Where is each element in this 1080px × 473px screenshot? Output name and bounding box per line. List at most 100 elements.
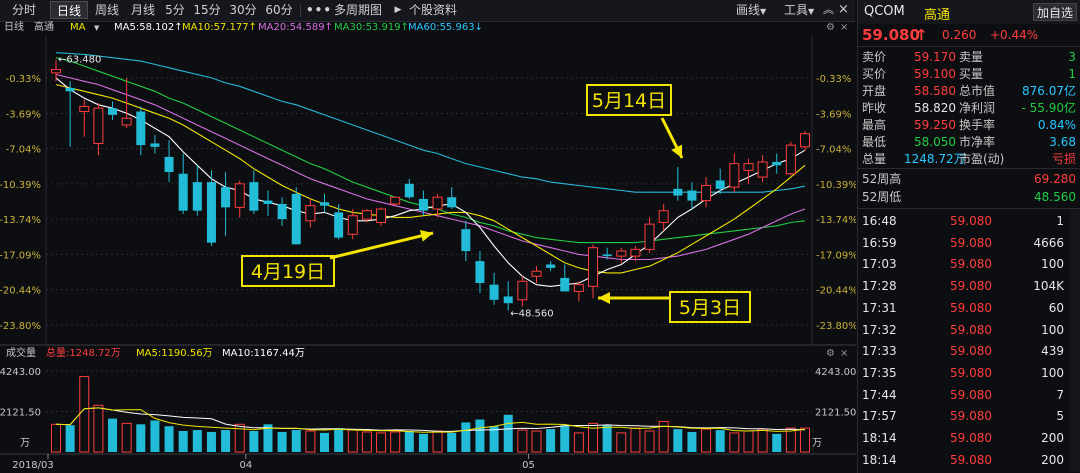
volume-bar (687, 431, 697, 452)
close-icon[interactable]: × (840, 21, 848, 35)
date-label: 05 (522, 460, 535, 471)
ma30-value: MA30:53.919↑ (334, 22, 409, 33)
price-tick-label: -7.04% (816, 145, 851, 156)
caret-down-icon[interactable]: ▼ (94, 21, 99, 35)
tick-row: 17:33 59.080 439 (858, 340, 1080, 362)
volume-panel: 4243.00 4243.00 2121.50 2121.50 万 万 (0, 367, 856, 455)
price-tick-label: -3.69% (6, 109, 41, 120)
draw-line-button[interactable]: 画线▼ (736, 1, 766, 19)
tab-monthly[interactable]: 月线 (126, 1, 160, 19)
volume-title: 成交量 (6, 348, 36, 359)
tick-price: 59.080 (950, 452, 992, 467)
volume-total: 总量:1248.72万 (46, 348, 121, 359)
volume-bar (616, 432, 627, 453)
quote-value: 58.050 (914, 135, 956, 149)
divider (858, 168, 1080, 169)
price-tick-label: -7.04% (6, 145, 41, 156)
volume-tick-label: 万 (812, 438, 822, 449)
ma-indicator-select[interactable]: MA (70, 21, 85, 35)
tab-30min[interactable]: 30分 (227, 1, 259, 19)
price-tick-label: -23.80% (0, 321, 41, 332)
tab-intraday[interactable]: 分时 (2, 1, 46, 19)
candle-body (602, 254, 612, 257)
candle-body (729, 163, 740, 188)
ma10-value: MA10:57.177↑ (182, 22, 257, 33)
volume-tick-label: 2121.50 (0, 408, 41, 419)
tick-time: 17:44 (862, 387, 897, 402)
candle-body (65, 87, 75, 92)
candle-body (743, 163, 754, 171)
tick-row: 17:35 59.080 100 (858, 362, 1080, 384)
tab-60min[interactable]: 60分 (263, 1, 295, 19)
divider (858, 46, 1080, 47)
tab-daily[interactable]: 日线 (50, 1, 88, 19)
candle-body (51, 68, 61, 74)
candle-body (249, 182, 259, 211)
quote-value: 59.170 (914, 50, 956, 64)
gear-icon[interactable]: ⚙ (826, 21, 835, 35)
quote-label-2: 买量 (959, 67, 984, 81)
ma-legend: 日线 高通 MA ▼ MA5:58.102↑ MA10:57.177↑ MA20… (0, 21, 855, 35)
annotation-arrow-may3-head (598, 292, 610, 304)
candle-body (206, 182, 216, 243)
candle-body (178, 173, 188, 211)
candle-body (531, 270, 542, 277)
tab-5min[interactable]: 5分 (162, 1, 188, 19)
volume-bar (772, 433, 782, 452)
price-change: 0.260 (942, 28, 977, 42)
tab-weekly[interactable]: 周线 (90, 1, 124, 19)
tick-time: 17:32 (862, 322, 897, 337)
quote-row: 昨收 58.820 净利润 - 55.90亿 (858, 99, 1080, 117)
volume-bar (178, 431, 188, 452)
quote-row: 最低 58.050 市净率 3.68 (858, 133, 1080, 151)
volume-ma5: MA5:1190.56万 (136, 348, 213, 359)
volume-bar (347, 429, 358, 453)
quote-label-2: 市盈(动) (959, 152, 1005, 166)
close-icon[interactable]: × (838, 1, 849, 19)
quote-value: 59.250 (914, 118, 956, 132)
volume-bar (249, 431, 259, 452)
volume-bar (79, 376, 90, 453)
more-dots-icon[interactable]: ••• (306, 1, 331, 19)
tick-time: 17:57 (862, 409, 897, 424)
volume-tick-label: 2121.50 (815, 408, 856, 419)
candle-body (121, 117, 132, 126)
quote-header: QCOM 高通 加自选 (858, 0, 1080, 24)
volume-bar (517, 429, 528, 453)
period-toolbar: 分时 日线 周线 月线 5分 15分 30分 60分 ••• 多周期图 ▶ 个股… (0, 0, 855, 22)
tools-button[interactable]: 工具▼ (784, 1, 814, 19)
volume-bar (390, 431, 401, 453)
volume-tick-label: 4243.00 (0, 367, 41, 378)
quote-label: 总量 (862, 152, 887, 166)
quote-label-2: 净利润 (959, 101, 996, 115)
tab-15min[interactable]: 15分 (191, 1, 223, 19)
candle-body (757, 161, 768, 178)
tick-volume: 100 (1041, 322, 1064, 337)
candle-body (503, 296, 513, 304)
tick-price: 59.080 (950, 235, 992, 250)
stock-info-button[interactable]: 个股资料 (405, 1, 461, 19)
candle-body (800, 133, 810, 148)
volume-bar (800, 427, 810, 453)
tick-time: 16:59 (862, 235, 897, 250)
candle-body (263, 200, 273, 204)
volume-bar (701, 428, 712, 453)
tick-scrollbar[interactable] (1070, 209, 1080, 472)
quote-label-2: 市净率 (959, 135, 996, 149)
candle-body (150, 143, 160, 147)
price-axis-right: -0.33% -3.69% -7.04% -10.39% -13.74% -17.09% -… (816, 74, 856, 332)
tick-time: 17:31 (862, 300, 897, 315)
volume-bar (743, 430, 754, 453)
double-chevron-up-icon[interactable]: ︽ (823, 1, 834, 19)
multi-period-button[interactable]: 多周期图 (330, 1, 386, 19)
add-watchlist-button[interactable]: 加自选 (1033, 3, 1077, 21)
candlestick-chart[interactable]: -0.33% -3.69% -7.04% -10.39% -13.74% -17.09% -… (0, 35, 856, 473)
candle-body (517, 280, 528, 301)
gear-icon[interactable]: ⚙ (826, 347, 835, 361)
price-tick-label: -0.33% (816, 74, 851, 85)
volume-bar (150, 420, 160, 452)
candle-body (447, 197, 457, 208)
tick-volume: 439 (1041, 344, 1064, 359)
up-arrow-icon: ↑ (915, 26, 928, 44)
close-icon[interactable]: × (840, 347, 848, 361)
